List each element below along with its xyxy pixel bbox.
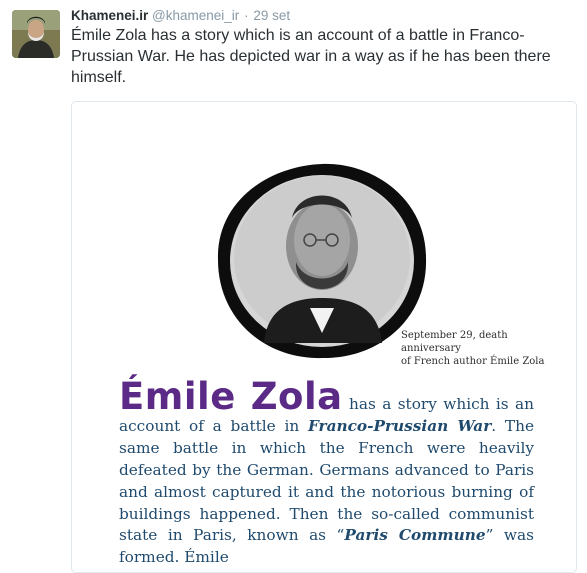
author-name[interactable]: Khamenei.ir (71, 8, 148, 23)
caption-line-2: of French author Émile Zola (401, 356, 545, 367)
avatar[interactable] (12, 10, 60, 58)
attached-image[interactable]: September 29, death anniversary of Frenc… (71, 101, 577, 573)
zola-portrait-image (217, 163, 427, 359)
zola-title: Émile Zola (119, 375, 343, 418)
caption-line-1: September 29, death anniversary (401, 330, 508, 354)
tweet-text: Émile Zola has a story which is an accou… (71, 27, 551, 86)
body-emphasis-2: Paris Commune (344, 526, 486, 545)
timestamp[interactable]: 29 set (253, 8, 290, 23)
image-caption: September 29, death anniversary of Frenc… (401, 329, 561, 368)
separator: · (244, 8, 249, 23)
body-emphasis-1: Franco-Prussian War (307, 416, 492, 435)
tweet-header: Khamenei.ir @khamenei_ir · 29 set (71, 8, 290, 23)
avatar-portrait-icon (12, 10, 60, 58)
image-body-text: Émile Zola has a story which is an accou… (119, 378, 534, 569)
author-handle[interactable]: @khamenei_ir (152, 8, 239, 23)
tweet[interactable]: Khamenei.ir @khamenei_ir · 29 set Émile … (0, 0, 587, 573)
